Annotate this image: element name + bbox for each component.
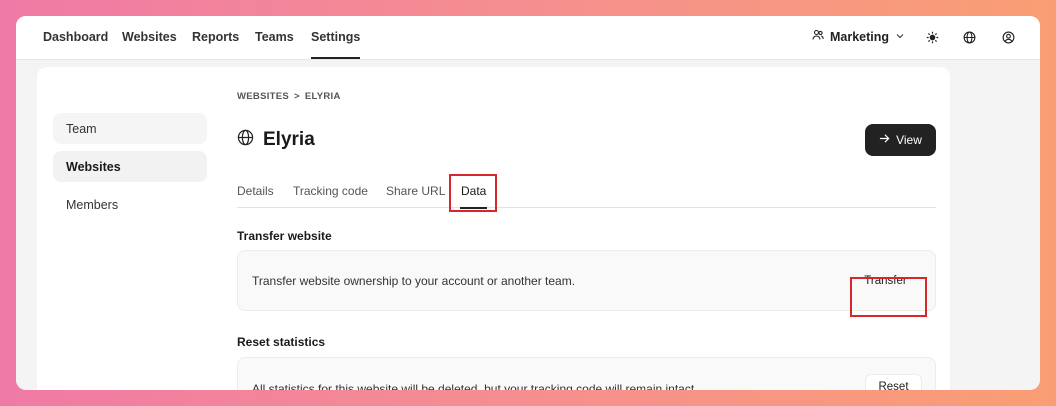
team-selector[interactable]: Marketing — [812, 29, 905, 44]
page-title: Elyria — [263, 129, 315, 150]
chevron-down-icon — [895, 30, 905, 44]
nav-settings[interactable]: Settings — [311, 30, 361, 59]
arrow-right-icon — [879, 133, 890, 147]
highlight-box — [850, 277, 927, 317]
reset-section-title: Reset statistics — [237, 335, 326, 349]
globe-icon[interactable] — [960, 28, 978, 46]
sidebar-item-team[interactable]: Team — [53, 113, 207, 144]
top-nav: Dashboard Websites Reports Teams Setting… — [16, 16, 1040, 60]
page-header: Elyria — [237, 129, 315, 151]
reset-button[interactable]: Reset — [865, 374, 922, 390]
view-button-label: View — [896, 133, 922, 147]
user-icon[interactable] — [999, 28, 1017, 46]
transfer-section-title: Transfer website — [237, 229, 332, 243]
breadcrumb-websites[interactable]: WEBSITES — [237, 91, 289, 102]
tab-tracking-code[interactable]: Tracking code — [293, 184, 368, 198]
transfer-panel: Transfer website ownership to your accou… — [237, 250, 936, 311]
sidebar-item-label: Websites — [66, 159, 121, 174]
sidebar-item-label: Members — [66, 197, 119, 212]
highlight-box — [449, 174, 497, 212]
globe-icon — [237, 129, 254, 151]
transfer-description: Transfer website ownership to your accou… — [252, 274, 576, 288]
nav-teams[interactable]: Teams — [255, 30, 294, 44]
tab-share-url[interactable]: Share URL — [386, 184, 445, 198]
team-name: Marketing — [830, 29, 890, 44]
breadcrumb: WEBSITES > ELYRIA — [237, 91, 341, 102]
nav-reports[interactable]: Reports — [192, 30, 239, 44]
reset-panel: All statistics for this website will be … — [237, 357, 936, 390]
nav-dashboard[interactable]: Dashboard — [43, 30, 108, 44]
sidebar-item-label: Team — [66, 121, 97, 136]
settings-card: Team Websites Members WEBSITES > ELYRIA … — [37, 67, 950, 390]
team-icon — [812, 29, 824, 44]
breadcrumb-current: ELYRIA — [304, 91, 341, 102]
reset-description: All statistics for this website will be … — [252, 382, 698, 390]
sidebar-item-members[interactable]: Members — [53, 189, 207, 220]
view-button[interactable]: View — [865, 124, 936, 156]
tab-details[interactable]: Details — [237, 184, 274, 198]
breadcrumb-separator: > — [294, 91, 300, 102]
sidebar-item-websites[interactable]: Websites — [53, 151, 207, 182]
tab-bar: Details Tracking code Share URL Data — [237, 183, 936, 209]
app-window: Dashboard Websites Reports Teams Setting… — [16, 16, 1040, 390]
sun-icon[interactable] — [923, 28, 941, 46]
nav-websites[interactable]: Websites — [122, 30, 177, 44]
